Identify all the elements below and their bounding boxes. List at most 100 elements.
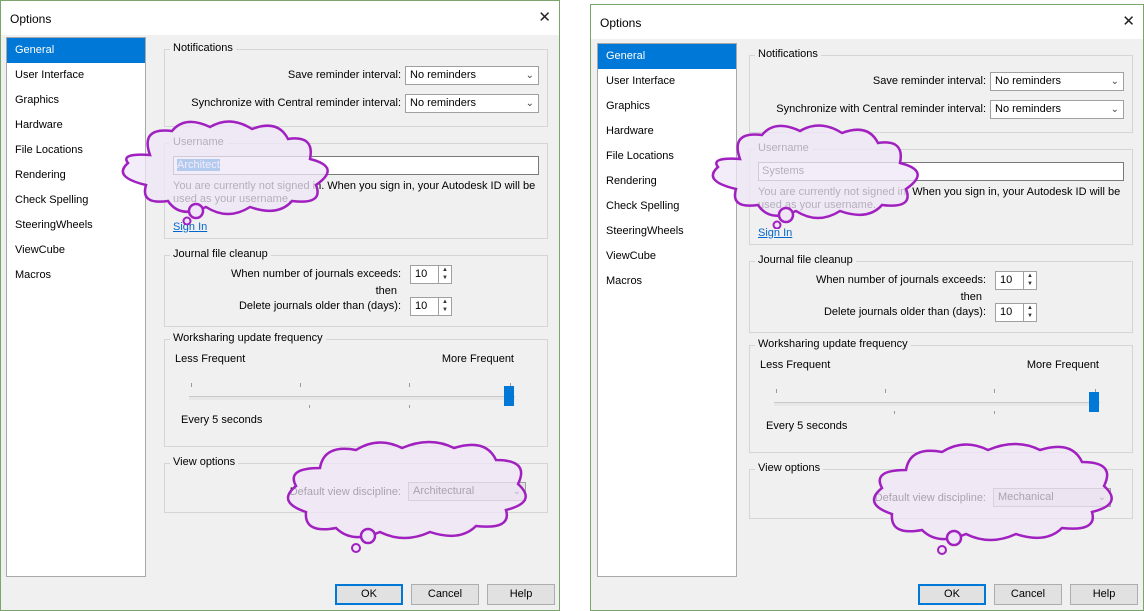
sync-reminder-select[interactable]: No reminders ⌄ xyxy=(990,100,1124,119)
journals-exceed-label: When number of journals exceeds: xyxy=(816,274,986,286)
username-field[interactable]: Architect xyxy=(173,156,539,175)
nav-item-rendering[interactable]: Rendering xyxy=(598,169,736,194)
nav-item-graphics[interactable]: Graphics xyxy=(598,94,736,119)
stepper-value: 10 xyxy=(415,300,428,312)
chevron-down-icon: ⌄ xyxy=(1097,492,1106,503)
spin-arrows-icon[interactable]: ▲ ▼ xyxy=(438,298,451,315)
select-value: No reminders xyxy=(410,97,477,109)
close-icon[interactable]: ✕ xyxy=(1122,12,1135,30)
worksharing-frequency-group: Worksharing update frequency Less Freque… xyxy=(164,332,548,447)
nav-item-rendering[interactable]: Rendering xyxy=(7,163,145,188)
nav-item-hardware[interactable]: Hardware xyxy=(7,113,145,138)
frequency-slider-track[interactable] xyxy=(189,396,515,400)
nav-item-general[interactable]: General xyxy=(7,38,145,63)
nav-item-user-interface[interactable]: User Interface xyxy=(598,69,736,94)
slider-tick xyxy=(191,383,192,387)
view-options-group: View options Default view discipline: Ar… xyxy=(164,456,548,513)
group-label: Worksharing update frequency xyxy=(755,338,911,350)
journals-older-stepper[interactable]: 10 ▲ ▼ xyxy=(410,297,452,316)
save-reminder-select[interactable]: No reminders ⌄ xyxy=(990,72,1124,91)
stepper-value: 10 xyxy=(1000,306,1013,318)
ok-button[interactable]: OK xyxy=(918,584,986,605)
chevron-down-icon: ⌄ xyxy=(525,98,534,109)
group-label: View options xyxy=(755,462,824,474)
group-label: Username xyxy=(755,142,812,154)
nav-item-macros[interactable]: Macros xyxy=(598,269,736,294)
journals-exceed-stepper[interactable]: 10 ▲ ▼ xyxy=(995,271,1037,290)
options-dialog-left: Options ✕ General User Interface Graphic… xyxy=(0,0,560,611)
journals-exceed-label: When number of journals exceeds: xyxy=(231,268,401,280)
nav-item-user-interface[interactable]: User Interface xyxy=(7,63,145,88)
close-icon[interactable]: ✕ xyxy=(538,8,551,26)
spin-arrows-icon[interactable]: ▲ ▼ xyxy=(1023,272,1036,289)
username-group: Username Architect You are currently not… xyxy=(164,136,548,239)
chevron-down-icon: ⌄ xyxy=(512,486,521,497)
view-discipline-label: Default view discipline: xyxy=(289,486,401,498)
dialog-title: Options xyxy=(600,16,642,30)
frequency-slider-thumb[interactable] xyxy=(1089,392,1099,412)
options-dialog-right: Options ✕ General User Interface Graphic… xyxy=(590,4,1144,611)
save-reminder-select[interactable]: No reminders ⌄ xyxy=(405,66,539,85)
cancel-button[interactable]: Cancel xyxy=(411,584,479,605)
select-value: No reminders xyxy=(995,103,1062,115)
slider-tick xyxy=(409,383,410,387)
username-group: Username Systems You are currently not s… xyxy=(749,142,1133,245)
nav-item-file-locations[interactable]: File Locations xyxy=(598,144,736,169)
journal-cleanup-group: Journal file cleanup When number of jour… xyxy=(749,254,1133,333)
slider-tick xyxy=(309,405,310,408)
dialog-title: Options xyxy=(10,12,52,26)
select-value: Architectural xyxy=(413,485,475,497)
save-reminder-label: Save reminder interval: xyxy=(287,69,401,81)
chevron-down-icon: ⌄ xyxy=(525,70,534,81)
journals-older-label: Delete journals older than (days): xyxy=(823,306,986,318)
ok-button[interactable]: OK xyxy=(335,584,403,605)
more-frequent-label: More Frequent xyxy=(1026,359,1099,371)
journals-exceed-stepper[interactable]: 10 ▲ ▼ xyxy=(410,265,452,284)
nav-item-steeringwheels[interactable]: SteeringWheels xyxy=(7,213,145,238)
nav-item-hardware[interactable]: Hardware xyxy=(598,119,736,144)
nav-item-graphics[interactable]: Graphics xyxy=(7,88,145,113)
title-bar: Options ✕ xyxy=(591,5,1143,39)
nav-item-macros[interactable]: Macros xyxy=(7,263,145,288)
spin-arrows-icon[interactable]: ▲ ▼ xyxy=(438,266,451,283)
chevron-down-icon: ⌄ xyxy=(1110,104,1119,115)
nav-item-viewcube[interactable]: ViewCube xyxy=(598,244,736,269)
slider-tick xyxy=(776,389,777,393)
spin-arrows-icon[interactable]: ▲ ▼ xyxy=(1023,304,1036,321)
then-label: then xyxy=(375,285,397,297)
group-label: Notifications xyxy=(170,42,236,54)
username-value: Systems xyxy=(762,165,805,177)
chevron-down-icon: ⌄ xyxy=(1110,76,1119,87)
nav-item-check-spelling[interactable]: Check Spelling xyxy=(598,194,736,219)
sync-reminder-label: Synchronize with Central reminder interv… xyxy=(191,97,401,109)
view-discipline-select[interactable]: Architectural ⌄ xyxy=(408,482,526,501)
nav-item-viewcube[interactable]: ViewCube xyxy=(7,238,145,263)
cancel-button[interactable]: Cancel xyxy=(994,584,1062,605)
group-label: Journal file cleanup xyxy=(755,254,856,266)
sign-in-link[interactable]: Sign In xyxy=(758,227,792,239)
help-button[interactable]: Help xyxy=(487,584,555,605)
nav-item-general[interactable]: General xyxy=(598,44,736,69)
select-value: No reminders xyxy=(410,69,477,81)
help-button[interactable]: Help xyxy=(1070,584,1138,605)
worksharing-frequency-group: Worksharing update frequency Less Freque… xyxy=(749,338,1133,453)
more-frequent-label: More Frequent xyxy=(441,353,514,365)
category-list: General User Interface Graphics Hardware… xyxy=(597,43,737,577)
view-discipline-label: Default view discipline: xyxy=(874,492,986,504)
nav-item-file-locations[interactable]: File Locations xyxy=(7,138,145,163)
sync-reminder-select[interactable]: No reminders ⌄ xyxy=(405,94,539,113)
nav-item-check-spelling[interactable]: Check Spelling xyxy=(7,188,145,213)
slider-tick xyxy=(894,411,895,414)
sync-reminder-label: Synchronize with Central reminder interv… xyxy=(776,103,986,115)
frequency-slider-thumb[interactable] xyxy=(504,386,514,406)
save-reminder-label: Save reminder interval: xyxy=(872,75,986,87)
frequency-status: Every 5 seconds xyxy=(181,414,263,426)
slider-tick xyxy=(994,389,995,393)
username-field[interactable]: Systems xyxy=(758,162,1124,181)
journal-cleanup-group: Journal file cleanup When number of jour… xyxy=(164,248,548,327)
journals-older-stepper[interactable]: 10 ▲ ▼ xyxy=(995,303,1037,322)
view-discipline-select[interactable]: Mechanical ⌄ xyxy=(993,488,1111,507)
nav-item-steeringwheels[interactable]: SteeringWheels xyxy=(598,219,736,244)
frequency-slider-track[interactable] xyxy=(774,402,1100,406)
sign-in-link[interactable]: Sign In xyxy=(173,221,207,233)
